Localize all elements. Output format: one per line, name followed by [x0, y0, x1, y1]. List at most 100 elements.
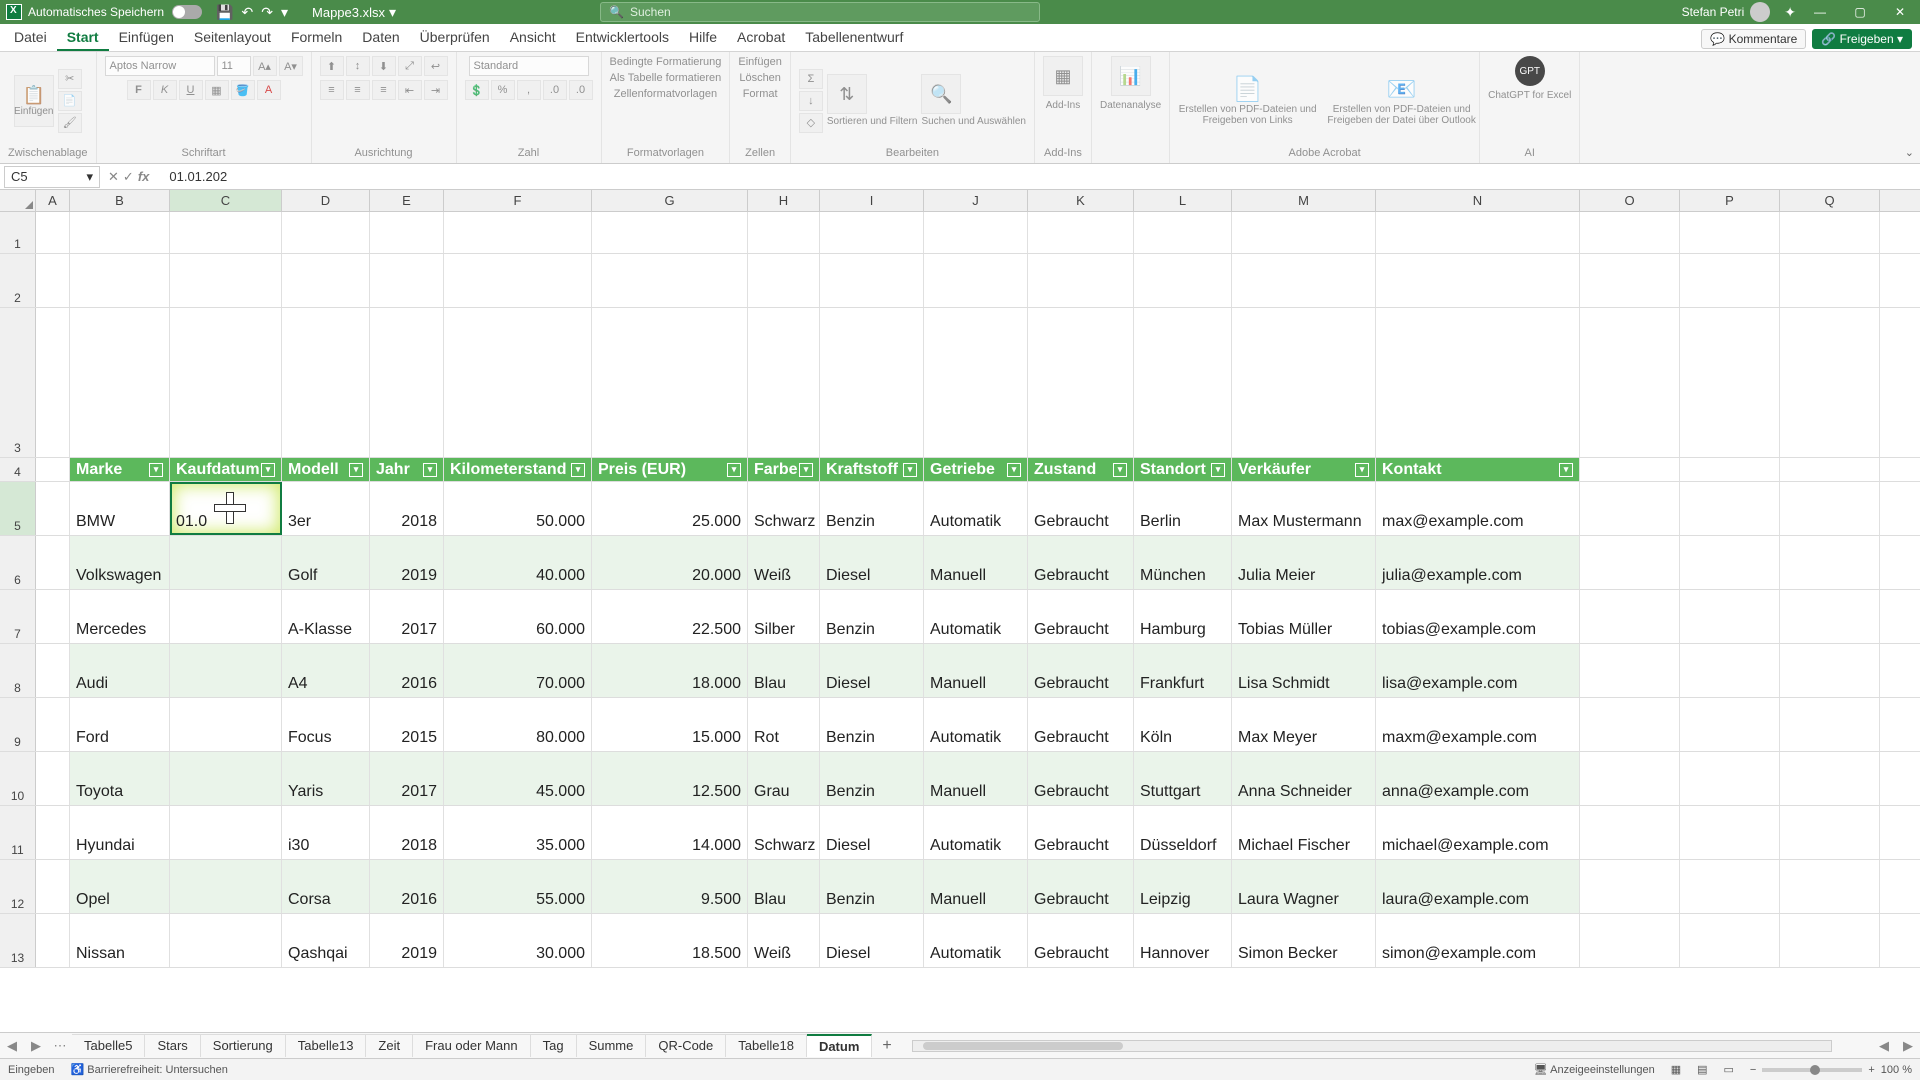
cell-L5[interactable]: Berlin — [1134, 482, 1232, 535]
orientation-icon[interactable]: ⤢ — [398, 56, 422, 76]
cell-Q8[interactable] — [1780, 644, 1880, 697]
cell-H2[interactable] — [748, 254, 820, 307]
tab-hilfe[interactable]: Hilfe — [679, 25, 727, 51]
cell-D1[interactable] — [282, 212, 370, 253]
cell-A7[interactable] — [36, 590, 70, 643]
table-header-marke[interactable]: Marke▾ — [70, 458, 170, 481]
cell-K7[interactable]: Gebraucht — [1028, 590, 1134, 643]
cell-O3[interactable] — [1580, 308, 1680, 457]
table-header-verkäufer[interactable]: Verkäufer▾ — [1232, 458, 1376, 481]
zoom-out-icon[interactable]: − — [1750, 1064, 1756, 1076]
cell-H6[interactable]: Weiß — [748, 536, 820, 589]
row-header-1[interactable]: 1 — [0, 212, 36, 253]
cell-J13[interactable]: Automatik — [924, 914, 1028, 967]
cell-G9[interactable]: 15.000 — [592, 698, 748, 751]
cell-B10[interactable]: Toyota — [70, 752, 170, 805]
cell-C12[interactable] — [170, 860, 282, 913]
cell-G3[interactable] — [592, 308, 748, 457]
table-header-kraftstoff[interactable]: Kraftstoff▾ — [820, 458, 924, 481]
cell-A2[interactable] — [36, 254, 70, 307]
row-header-12[interactable]: 12 — [0, 860, 36, 913]
cell-E11[interactable]: 2018 — [370, 806, 444, 859]
cell-H10[interactable]: Grau — [748, 752, 820, 805]
comma-icon[interactable]: , — [517, 80, 541, 100]
percent-icon[interactable]: % — [491, 80, 515, 100]
accounting-icon[interactable]: 💲 — [465, 80, 489, 100]
cell-G5[interactable]: 25.000 — [592, 482, 748, 535]
cell-A3[interactable] — [36, 308, 70, 457]
cell-L3[interactable] — [1134, 308, 1232, 457]
tab-tabellenentwurf[interactable]: Tabellenentwurf — [795, 25, 913, 51]
cell-G11[interactable]: 14.000 — [592, 806, 748, 859]
cell-J1[interactable] — [924, 212, 1028, 253]
cell-E1[interactable] — [370, 212, 444, 253]
cell-N1[interactable] — [1376, 212, 1580, 253]
cell-Q1[interactable] — [1780, 212, 1880, 253]
view-page-break-icon[interactable]: ▭ — [1724, 1063, 1734, 1076]
cell-B13[interactable]: Nissan — [70, 914, 170, 967]
cell-A5[interactable] — [36, 482, 70, 535]
increase-decimal-icon[interactable]: .0 — [543, 80, 567, 100]
cell-Q10[interactable] — [1780, 752, 1880, 805]
cell-F8[interactable]: 70.000 — [444, 644, 592, 697]
cut-icon[interactable]: ✂ — [58, 69, 82, 89]
filter-icon[interactable]: ▾ — [799, 463, 813, 477]
cell-L12[interactable]: Leipzig — [1134, 860, 1232, 913]
table-header-modell[interactable]: Modell▾ — [282, 458, 370, 481]
scroll-left-icon[interactable]: ◀ — [1872, 1038, 1896, 1054]
cell-P5[interactable] — [1680, 482, 1780, 535]
table-header-kontakt[interactable]: Kontakt▾ — [1376, 458, 1580, 481]
cell-N13[interactable]: simon@example.com — [1376, 914, 1580, 967]
cell-C8[interactable] — [170, 644, 282, 697]
cell-B8[interactable]: Audi — [70, 644, 170, 697]
cell-N10[interactable]: anna@example.com — [1376, 752, 1580, 805]
cell-I9[interactable]: Benzin — [820, 698, 924, 751]
tab-acrobat[interactable]: Acrobat — [727, 25, 795, 51]
filter-icon[interactable]: ▾ — [1007, 463, 1021, 477]
cell-E5[interactable]: 2018 — [370, 482, 444, 535]
cancel-edit-icon[interactable]: ✕ — [108, 169, 119, 185]
cell-Q12[interactable] — [1780, 860, 1880, 913]
cell-E10[interactable]: 2017 — [370, 752, 444, 805]
user-account[interactable]: Stefan Petri — [1682, 2, 1771, 22]
delete-cells-button[interactable]: Löschen — [739, 72, 781, 84]
cell-P2[interactable] — [1680, 254, 1780, 307]
cell-F13[interactable]: 30.000 — [444, 914, 592, 967]
format-cells-button[interactable]: Format — [743, 88, 778, 100]
select-all-corner[interactable] — [0, 190, 36, 211]
cell-D13[interactable]: Qashqai — [282, 914, 370, 967]
cell-E6[interactable]: 2019 — [370, 536, 444, 589]
cell-K13[interactable]: Gebraucht — [1028, 914, 1134, 967]
align-left-icon[interactable]: ≡ — [320, 80, 344, 100]
cell-B12[interactable]: Opel — [70, 860, 170, 913]
cell-E13[interactable]: 2019 — [370, 914, 444, 967]
cell-C3[interactable] — [170, 308, 282, 457]
sheet-tab-zeit[interactable]: Zeit — [366, 1034, 413, 1057]
cell-A13[interactable] — [36, 914, 70, 967]
column-header-L[interactable]: L — [1134, 190, 1232, 211]
filter-icon[interactable]: ▾ — [1113, 463, 1127, 477]
comments-button[interactable]: 💬 Kommentare — [1701, 29, 1806, 49]
cell-I6[interactable]: Diesel — [820, 536, 924, 589]
italic-button[interactable]: K — [153, 80, 177, 100]
cell-D12[interactable]: Corsa — [282, 860, 370, 913]
cell-F2[interactable] — [444, 254, 592, 307]
cell-J2[interactable] — [924, 254, 1028, 307]
cell-I12[interactable]: Benzin — [820, 860, 924, 913]
cell-I13[interactable]: Diesel — [820, 914, 924, 967]
add-sheet-button[interactable]: + — [872, 1037, 901, 1055]
table-header-jahr[interactable]: Jahr▾ — [370, 458, 444, 481]
horizontal-scrollbar[interactable] — [912, 1040, 1832, 1052]
column-header-D[interactable]: D — [282, 190, 370, 211]
cell-I1[interactable] — [820, 212, 924, 253]
sort-filter-button[interactable]: ⇅ — [827, 74, 867, 114]
cell-P4[interactable] — [1680, 458, 1780, 481]
font-size-input[interactable]: 11 — [217, 56, 251, 76]
cell-O10[interactable] — [1580, 752, 1680, 805]
align-right-icon[interactable]: ≡ — [372, 80, 396, 100]
cell-M10[interactable]: Anna Schneider — [1232, 752, 1376, 805]
cell-K1[interactable] — [1028, 212, 1134, 253]
cell-Q4[interactable] — [1780, 458, 1880, 481]
cell-Q13[interactable] — [1780, 914, 1880, 967]
cell-A12[interactable] — [36, 860, 70, 913]
